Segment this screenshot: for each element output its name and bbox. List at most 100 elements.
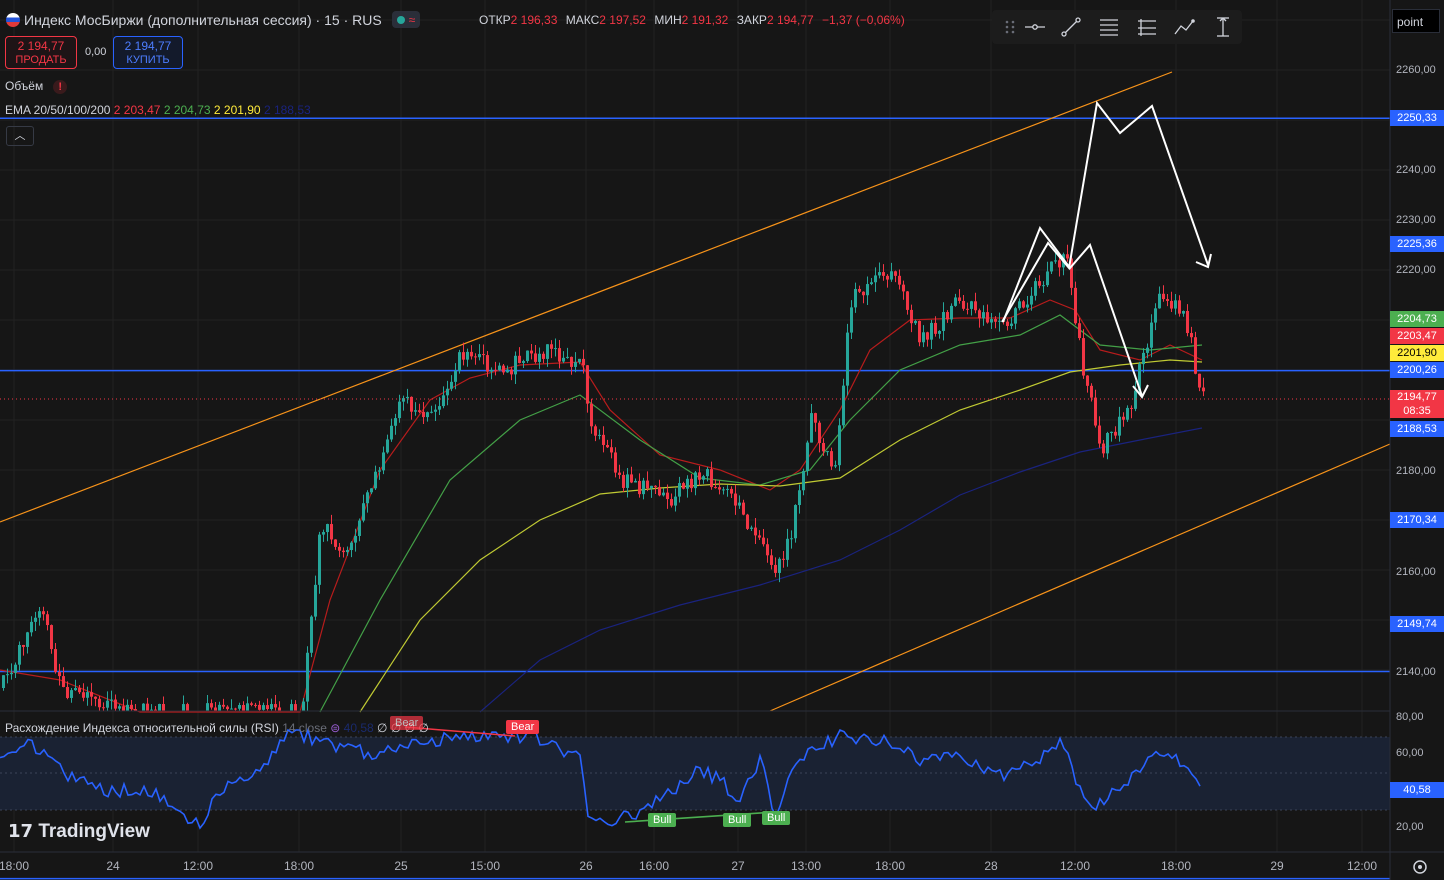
candle — [634, 480, 637, 483]
ema-legend[interactable]: EMA 20/50/100/200 2 203,47 2 204,73 2 20… — [5, 103, 311, 117]
candle — [62, 676, 65, 688]
candle — [986, 312, 989, 323]
path-icon[interactable] — [1173, 15, 1197, 39]
candle — [578, 358, 581, 363]
candle — [734, 493, 737, 506]
ema-price-label: 2204,73 — [1390, 311, 1444, 327]
time-tick: 12:00 — [1346, 859, 1378, 873]
candle — [186, 704, 189, 711]
last-price-label: 2194,77 08:35 — [1390, 390, 1444, 418]
candle — [474, 356, 477, 358]
candle — [814, 413, 817, 423]
candle — [654, 485, 657, 487]
spread-value: 0,00 — [85, 46, 107, 58]
candle — [786, 538, 789, 560]
candle — [54, 649, 57, 672]
sell-button[interactable]: 2 194,77 ПРОДАТЬ — [5, 36, 77, 69]
settings-icon[interactable] — [1411, 858, 1429, 876]
candle — [926, 332, 929, 340]
volume-indicator[interactable]: Объём! — [5, 79, 68, 94]
candle — [706, 469, 709, 477]
candle — [738, 502, 741, 506]
candle — [726, 488, 729, 490]
symbol-title[interactable]: Индекс МосБиржи (дополнительная сессия) … — [6, 11, 421, 28]
high-value: 2 197,52 — [599, 13, 646, 27]
bear-divergence-tag: Bear — [506, 720, 540, 734]
trend-line-icon[interactable] — [1059, 15, 1083, 39]
candle — [714, 487, 717, 489]
candle — [870, 282, 873, 285]
candle — [602, 434, 605, 445]
candle — [470, 351, 473, 357]
ema200-value: 2 188,53 — [263, 103, 311, 117]
candle — [142, 703, 145, 711]
time-tick: 15:00 — [469, 859, 501, 873]
candle — [830, 451, 833, 467]
candle — [590, 403, 593, 427]
candle — [10, 672, 13, 675]
candle — [486, 355, 489, 372]
time-tick: 13:00 — [790, 859, 822, 873]
rsi-legend[interactable]: Расхождение Индекса относительной силы (… — [5, 721, 429, 735]
candle — [86, 692, 89, 698]
drawing-toolbar[interactable] — [992, 10, 1242, 44]
candle — [686, 478, 689, 489]
candle — [310, 616, 313, 653]
hline-price-label: 2225,36 — [1390, 236, 1444, 252]
rsi-tick: 80,00 — [1396, 711, 1424, 723]
candle — [406, 396, 409, 399]
candle — [206, 703, 209, 711]
candle — [1066, 254, 1069, 259]
candle — [1178, 300, 1181, 314]
chevron-up-icon[interactable]: ︿ — [6, 126, 34, 146]
candle — [1166, 299, 1169, 301]
drag-handle-icon[interactable] — [998, 15, 1022, 39]
candle — [70, 690, 73, 698]
rsi-tick: 60,00 — [1396, 747, 1424, 759]
long-position-icon[interactable] — [1135, 15, 1159, 39]
price-label-text: 2203,47 — [1397, 330, 1437, 342]
candle — [894, 271, 897, 276]
close-label: ЗАКР — [736, 13, 767, 27]
candle — [14, 664, 17, 673]
tradingview-logo[interactable]: 𝟭𝟳 TradingView — [8, 821, 150, 843]
candle — [1154, 308, 1157, 323]
price-chart[interactable] — [0, 0, 1444, 880]
candle — [910, 309, 913, 324]
candle — [1026, 304, 1029, 308]
candle — [394, 418, 397, 426]
time-tick: 28 — [984, 859, 998, 873]
candle — [494, 369, 497, 371]
candle — [1098, 425, 1101, 444]
candle — [1162, 293, 1165, 300]
candle — [242, 705, 245, 711]
warning-icon[interactable]: ! — [53, 80, 68, 94]
bull-divergence-tag: Bull — [648, 813, 677, 827]
time-tick: 29 — [1270, 859, 1284, 873]
measure-icon[interactable] — [1211, 15, 1235, 39]
horizontal-ray-icon[interactable] — [1023, 15, 1047, 39]
buy-button[interactable]: 2 194,77 КУПИТЬ — [113, 36, 183, 69]
rsi-visibility-icon[interactable]: ⊜ — [330, 721, 340, 735]
candle — [962, 300, 965, 309]
bull-divergence-tag: Bull — [762, 811, 791, 825]
candle — [34, 617, 37, 622]
fib-retracement-icon[interactable] — [1097, 15, 1121, 39]
ema50-value: 2 204,73 — [163, 103, 211, 117]
high-label: МАКС — [565, 13, 600, 27]
candle — [266, 705, 269, 710]
candle — [794, 505, 797, 539]
candle — [1022, 301, 1025, 308]
market-status[interactable]: ≈ — [391, 11, 421, 28]
candle — [542, 353, 545, 359]
candle — [1014, 308, 1017, 324]
axis-mode-button[interactable]: point — [1392, 9, 1440, 33]
candle — [162, 704, 165, 711]
candle — [438, 406, 441, 410]
candle — [270, 704, 273, 710]
candle — [586, 365, 589, 404]
candle — [110, 699, 113, 701]
candle — [846, 332, 849, 386]
candle — [1158, 293, 1161, 309]
candle — [430, 411, 433, 413]
